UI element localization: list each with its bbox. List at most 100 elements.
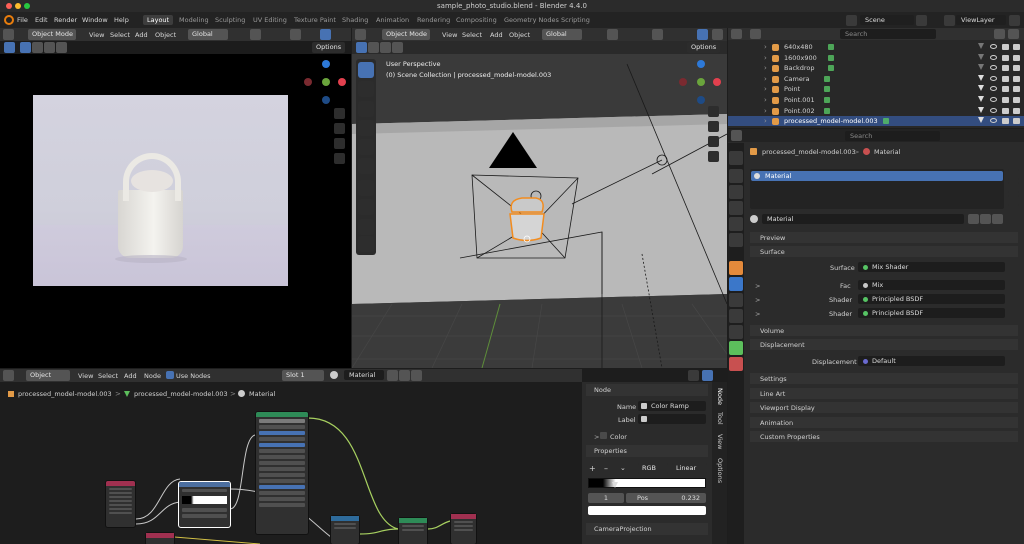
workspace-tab-layout[interactable]: Layout [143,15,174,25]
section-custom-properties[interactable]: Custom Properties [750,431,1018,442]
viewport-disable-icon[interactable] [1002,118,1009,125]
menu-edit[interactable]: Edit [35,16,48,24]
section-animation[interactable]: Animation [750,417,1018,428]
left-nav-gizmo[interactable] [302,60,346,104]
main-camera-view-icon[interactable] [708,136,719,147]
outliner-row[interactable]: › Camera [728,74,1024,84]
select-pointer-icon[interactable] [978,106,984,113]
visibility-eye-icon[interactable] [990,107,997,113]
select-mode-new-icon[interactable] [20,42,31,53]
left-overlay-icon[interactable] [320,29,331,40]
node-mix-shader[interactable] [330,515,360,544]
main-menu-object[interactable]: Object [509,31,530,39]
main-nav-gizmo[interactable] [677,60,721,104]
duplicate-material-icon[interactable] [980,214,991,224]
editor-type-icon[interactable] [3,29,14,40]
outliner-new-collection-icon[interactable] [1008,29,1019,39]
color-mode-selector[interactable]: RGB [638,463,668,474]
scene-copy-icon[interactable] [916,15,927,26]
outliner-expand-icon[interactable]: › [764,64,767,72]
render-camera-icon[interactable] [1013,97,1020,103]
viewport-disable-icon[interactable] [1002,97,1009,103]
main-menu-select[interactable]: Select [462,31,482,39]
material-datablock-field[interactable]: Material [762,214,964,224]
main-menu-add[interactable]: Add [490,31,503,39]
select-pointer-icon[interactable] [978,117,984,124]
material-tab-icon[interactable] [729,357,743,371]
render-camera-icon[interactable] [1013,118,1020,125]
material-slot-list[interactable]: Material [750,169,1004,209]
ramp-stop-handle[interactable] [612,482,618,488]
visibility-eye-icon[interactable] [990,65,997,71]
workspace-tab-compositing[interactable]: Compositing [452,15,501,25]
node-panel-header[interactable]: Node [586,384,708,396]
render-camera-icon[interactable] [1013,86,1020,93]
color-expand-icon[interactable]: > [594,433,599,441]
main-proportional-icon[interactable] [652,29,663,40]
sidebar-tab-view[interactable]: View [716,434,724,449]
render-camera-icon[interactable] [1013,44,1020,50]
move-tool-icon[interactable] [358,101,374,117]
visibility-eye-icon[interactable] [990,54,997,60]
outliner-row[interactable]: › 1600x900 [728,53,1024,63]
workspace-tab-shading[interactable]: Shading [338,15,372,25]
left-zoom-icon[interactable] [334,108,345,119]
interpolation-selector[interactable]: Linear [672,463,707,474]
main-select-extend-icon[interactable] [368,42,379,53]
select-mode-extend-icon[interactable] [32,42,43,53]
breadcrumb-material[interactable]: Material [874,148,900,156]
view-layer-copy-icon[interactable] [1009,15,1020,26]
main-editor-type-icon[interactable] [355,29,366,40]
outliner-row[interactable]: › Point [728,84,1024,94]
fac-field[interactable]: Mix [858,280,1005,290]
main-select-mode-icon[interactable] [356,42,367,53]
properties-editor-icon[interactable] [731,130,742,141]
properties-filter-icon[interactable] [1008,214,1019,224]
outliner-filter-icon[interactable] [994,29,1005,39]
slot-menu-icon[interactable] [1008,195,1019,206]
stop-pos-field[interactable]: Pos 0.232 [626,493,706,503]
color-list-icon[interactable] [686,430,697,441]
select-box-icon[interactable] [4,42,15,53]
render-camera-icon[interactable] [1013,107,1020,114]
left-lock-icon[interactable] [334,153,345,164]
node-sidebar-toggle-icon[interactable] [688,370,699,381]
add-cube-tool-icon[interactable] [358,219,374,235]
section-settings[interactable]: Settings [750,373,1018,384]
main-pan-icon[interactable] [708,121,719,132]
sidebar-tab-node[interactable]: Node [716,388,724,405]
workspace-tab-texture-paint[interactable]: Texture Paint [290,15,340,25]
node-editor[interactable]: Object View Select Add Node Use Nodes Sl… [0,369,582,544]
left-camera-view-icon[interactable] [334,138,345,149]
left-pan-icon[interactable] [334,123,345,134]
node-material-output[interactable] [450,513,477,544]
section-displacement[interactable]: Displacement [750,339,1018,350]
section-surface[interactable]: Surface [750,246,1018,257]
main-menu-view[interactable]: View [442,31,457,39]
main-orientation-selector[interactable]: Global [542,29,582,40]
menu-window[interactable]: Window [82,16,108,24]
shader1-expand-icon[interactable]: > [755,296,760,304]
measure-tool-icon[interactable] [358,199,374,215]
annotate-tool-icon[interactable] [358,180,374,196]
workspace-tab-animation[interactable]: Animation [372,15,413,25]
viewport-disable-icon[interactable] [1002,65,1009,72]
color-checkbox[interactable] [600,432,607,439]
select-mode-subtract-icon[interactable] [44,42,55,53]
outliner-expand-icon[interactable]: › [764,96,767,104]
select-pointer-icon[interactable] [978,64,984,71]
left-orientation-selector[interactable]: Global [188,29,228,40]
left-mode-selector[interactable]: Object Mode [28,29,76,40]
remove-stop-icon[interactable]: – [604,464,608,473]
outliner-expand-icon[interactable]: › [764,75,767,83]
particles-tab-icon[interactable] [729,293,743,307]
select-pointer-icon[interactable] [978,96,984,102]
select-pointer-icon[interactable] [978,53,984,60]
outliner-row[interactable]: › Backdrop [728,63,1024,73]
main-select-invert-icon[interactable] [392,42,403,53]
add-mesh-tool-icon[interactable] [358,236,374,252]
main-perspective-icon[interactable] [708,151,719,162]
workspace-tab-rendering[interactable]: Rendering [413,15,454,25]
workspace-tab-uv-editing[interactable]: UV Editing [249,15,291,25]
select-pointer-icon[interactable] [978,74,984,81]
